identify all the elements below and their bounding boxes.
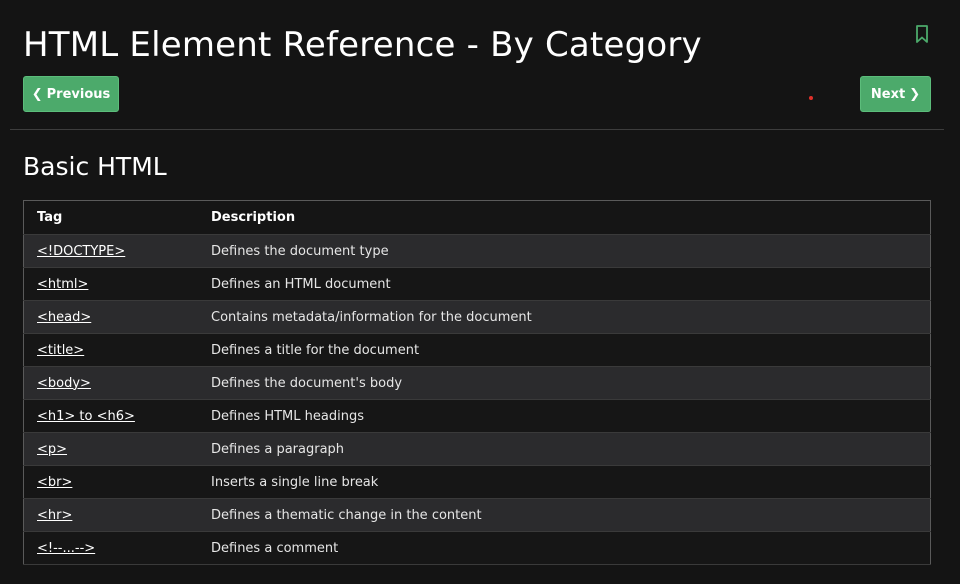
previous-button[interactable]: ❮ Previous xyxy=(23,76,119,112)
table-row: <hr> Defines a thematic change in the co… xyxy=(23,498,931,532)
table-row: <html> Defines an HTML document xyxy=(23,267,931,301)
tag-link[interactable]: <!--...--> xyxy=(37,541,95,556)
description-cell: Inserts a single line break xyxy=(198,465,931,499)
description-cell: Defines a comment xyxy=(198,531,931,565)
description-cell: Defines the document type xyxy=(198,234,931,268)
tag-cell: <hr> xyxy=(23,498,198,532)
description-cell: Defines a title for the document xyxy=(198,333,931,367)
tag-link[interactable]: <!DOCTYPE> xyxy=(37,244,125,259)
tag-link[interactable]: <title> xyxy=(37,343,84,358)
description-cell: Defines HTML headings xyxy=(198,399,931,433)
tag-cell: <p> xyxy=(23,432,198,466)
tag-link[interactable]: <html> xyxy=(37,277,88,292)
tag-cell: <html> xyxy=(23,267,198,301)
next-button-label: Next xyxy=(870,86,906,102)
column-header-description: Description xyxy=(198,200,931,235)
table-row: <br> Inserts a single line break xyxy=(23,465,931,499)
chevron-right-icon: ❯ xyxy=(909,86,921,102)
description-cell: Defines a thematic change in the content xyxy=(198,498,931,532)
description-cell: Defines an HTML document xyxy=(198,267,931,301)
section-title: Basic HTML xyxy=(23,152,167,181)
tag-link[interactable]: <br> xyxy=(37,475,72,490)
table-row: <!DOCTYPE> Defines the document type xyxy=(23,234,931,268)
table-row: <title> Defines a title for the document xyxy=(23,333,931,367)
description-cell: Defines a paragraph xyxy=(198,432,931,466)
table-header-row: Tag Description xyxy=(23,200,931,235)
tag-cell: <h1> to <h6> xyxy=(23,399,198,433)
tag-link[interactable]: <hr> xyxy=(37,508,72,523)
table-row: <body> Defines the document's body xyxy=(23,366,931,400)
tag-cell: <!--...--> xyxy=(23,531,198,565)
table-row: <p> Defines a paragraph xyxy=(23,432,931,466)
table-row: <h1> to <h6> Defines HTML headings xyxy=(23,399,931,433)
tag-link[interactable]: <p> xyxy=(37,442,67,457)
tag-link[interactable]: <h1> to <h6> xyxy=(37,409,135,424)
next-button[interactable]: Next ❯ xyxy=(860,76,931,112)
column-header-tag: Tag xyxy=(23,200,198,235)
status-dot xyxy=(809,96,813,100)
description-cell: Defines the document's body xyxy=(198,366,931,400)
element-reference-table: Tag Description <!DOCTYPE> Defines the d… xyxy=(23,200,931,565)
table-row: <head> Contains metadata/information for… xyxy=(23,300,931,334)
chevron-left-icon: ❮ xyxy=(31,86,43,102)
tag-cell: <title> xyxy=(23,333,198,367)
description-cell: Contains metadata/information for the do… xyxy=(198,300,931,334)
tag-cell: <body> xyxy=(23,366,198,400)
tag-cell: <!DOCTYPE> xyxy=(23,234,198,268)
divider xyxy=(10,129,944,130)
previous-button-label: Previous xyxy=(46,86,111,102)
tag-cell: <head> xyxy=(23,300,198,334)
bookmark-icon[interactable] xyxy=(914,24,930,44)
tag-link[interactable]: <head> xyxy=(37,310,91,325)
tag-link[interactable]: <body> xyxy=(37,376,91,391)
tag-cell: <br> xyxy=(23,465,198,499)
page: HTML Element Reference - By Category ❮ P… xyxy=(0,0,960,584)
page-title: HTML Element Reference - By Category xyxy=(23,25,702,65)
table-row: <!--...--> Defines a comment xyxy=(23,531,931,565)
